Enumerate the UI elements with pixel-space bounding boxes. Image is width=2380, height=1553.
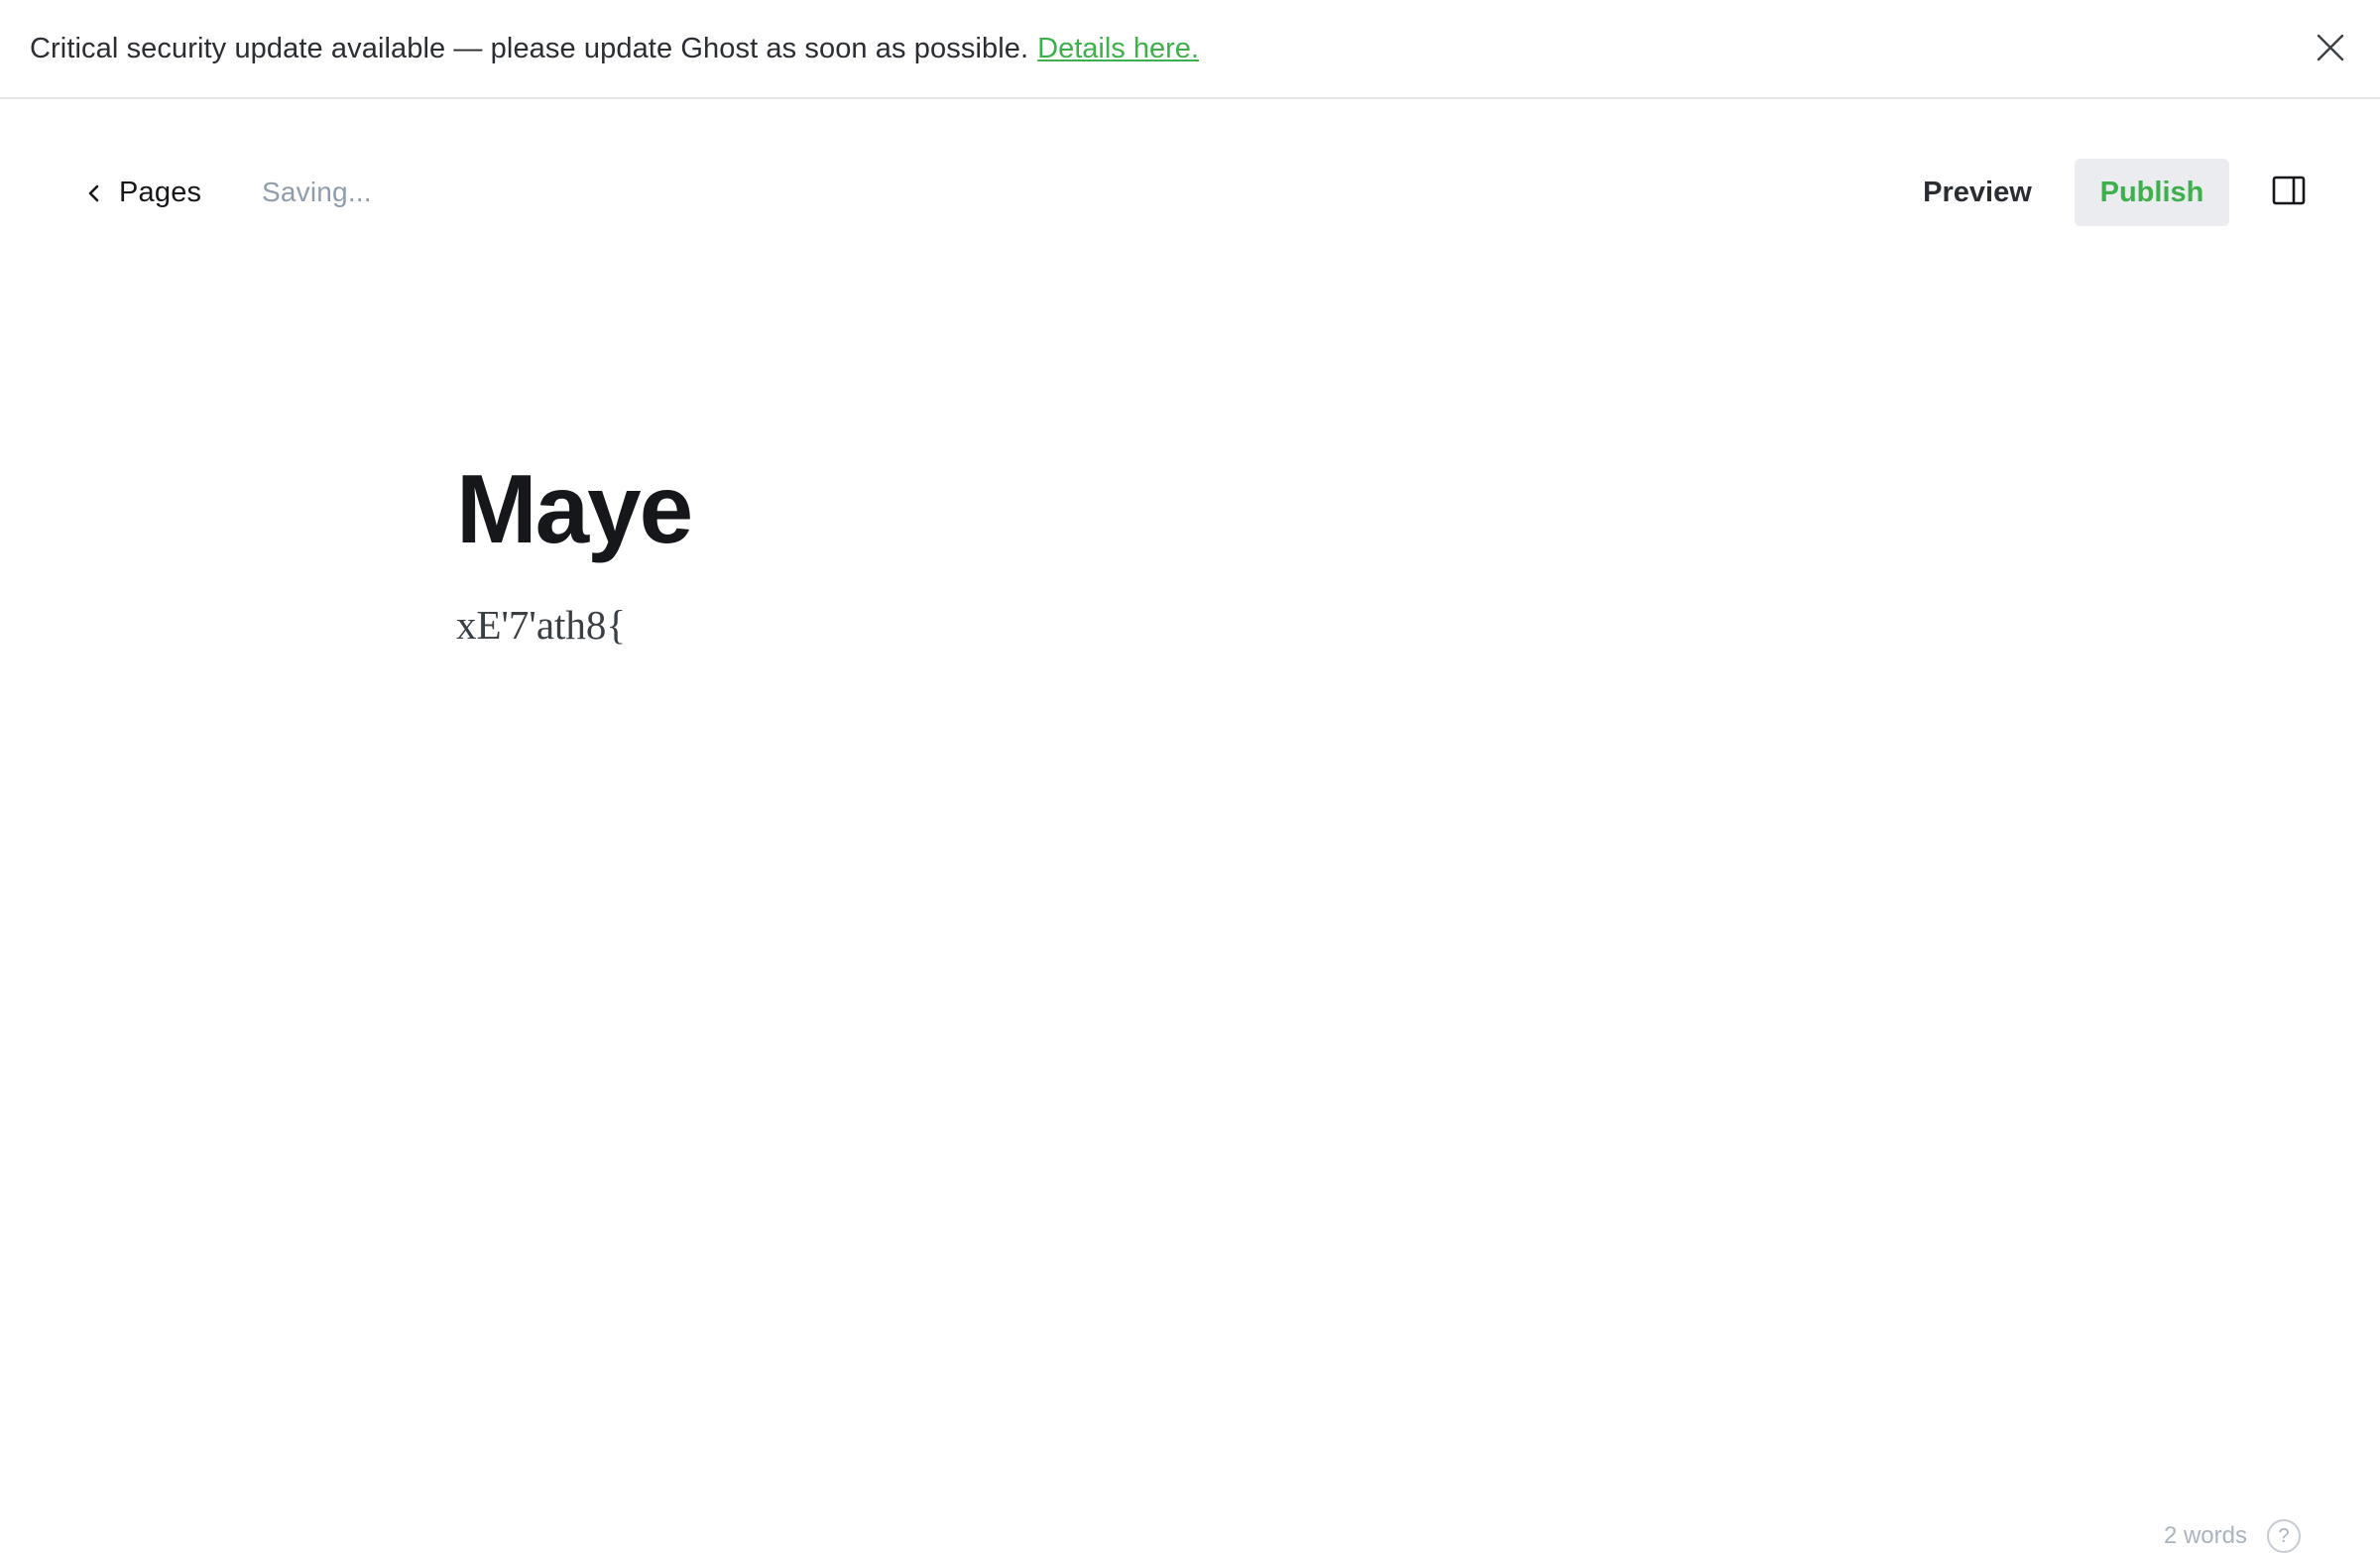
sidebar-toggle-icon[interactable]: [2271, 173, 2307, 208]
back-link-label: Pages: [119, 177, 201, 209]
editor-header: Pages Saving... Preview Publish: [0, 99, 2380, 288]
banner-message: Critical security update available — ple…: [30, 33, 1028, 65]
post-body-editor[interactable]: xE'7'ath8{: [456, 599, 1924, 652]
post-title-input[interactable]: Maye: [456, 456, 1924, 563]
publish-button[interactable]: Publish: [2075, 159, 2229, 226]
close-icon[interactable]: [2313, 30, 2348, 65]
banner-details-link[interactable]: Details here.: [1037, 33, 1199, 65]
help-icon[interactable]: ?: [2267, 1519, 2301, 1553]
chevron-left-icon: [83, 182, 105, 204]
save-status: Saving...: [262, 159, 372, 226]
security-update-banner: Critical security update available — ple…: [0, 0, 2380, 99]
word-count: 2 words: [2164, 1522, 2247, 1550]
back-to-pages-link[interactable]: Pages: [83, 159, 201, 226]
editor-content: Maye xE'7'ath8{: [456, 456, 1924, 652]
preview-button[interactable]: Preview: [1904, 159, 2051, 226]
editor-footer: 2 words ?: [2164, 1519, 2301, 1553]
